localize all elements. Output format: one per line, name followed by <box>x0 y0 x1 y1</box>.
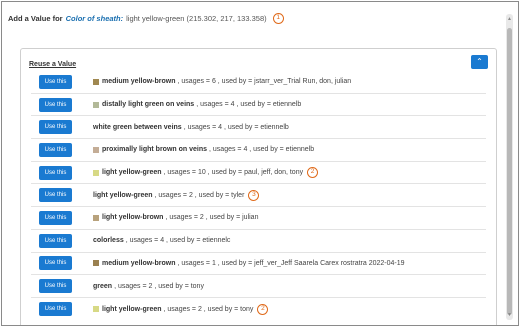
list-item: Use this proximally light brown on veins,… <box>31 139 486 162</box>
use-this-button[interactable]: Use this <box>39 97 72 112</box>
value-usage-info: , usages = 4 , used by = etiennelc <box>125 237 231 245</box>
value-name: green <box>93 282 113 290</box>
value-name: light yellow-brown <box>102 214 164 222</box>
dialog-header: Add a Value for Color of sheath: light y… <box>8 10 488 26</box>
list-item: Use this white green between veins, usage… <box>31 116 486 140</box>
color-swatch <box>93 306 99 313</box>
value-name: medium yellow-brown <box>102 78 176 86</box>
value-usage-info: , usages = 4 , used by = etiennelb <box>183 123 289 131</box>
annotation-marker: 1 <box>272 12 284 24</box>
value-name: colorless <box>93 237 124 245</box>
value-usage-info: , usages = 4 , used by = etiennelb <box>196 101 302 109</box>
vertical-scrollbar[interactable]: ▲ ▼ <box>506 14 513 320</box>
list-item: Use this light yellow-green, usages = 10 … <box>31 162 486 185</box>
scroll-down-arrow-icon[interactable]: ▼ <box>506 312 513 318</box>
value-usage-info: , usages = 2 , used by = tyler <box>154 191 245 199</box>
dialog-frame: Add a Value for Color of sheath: light y… <box>1 1 519 326</box>
list-item: Use this light yellow-green, usages = 2 ,… <box>31 298 486 321</box>
use-this-button[interactable]: Use this <box>39 279 72 294</box>
value-usage-info: , usages = 10 , used by = paul, jeff, do… <box>163 169 304 177</box>
value-usage-info: , usages = 2 , used by = tony <box>163 305 254 313</box>
panel-title[interactable]: Reuse a Value <box>29 61 76 68</box>
use-this-button[interactable]: Use this <box>39 165 72 180</box>
reuse-value-panel: Reuse a Value ⌃ Use this medium yellow-br… <box>20 48 497 325</box>
header-value: light yellow-green (215.302, 217, 133.35… <box>126 13 267 23</box>
collapse-button[interactable]: ⌃ <box>471 55 488 69</box>
use-this-button[interactable]: Use this <box>39 256 72 271</box>
use-this-button[interactable]: Use this <box>39 302 72 317</box>
use-this-button[interactable]: Use this <box>39 74 72 89</box>
value-usage-info: , usages = 1 , used by = jeff_ver_Jeff S… <box>177 259 405 267</box>
list-item: Use this green, usages = 2 , used by = to… <box>31 275 486 298</box>
color-swatch <box>93 169 99 176</box>
use-this-button[interactable]: Use this <box>39 233 72 248</box>
value-name: light yellow-green <box>102 169 162 177</box>
value-name: light yellow-green <box>93 191 153 199</box>
chevron-up-icon: ⌃ <box>476 57 483 66</box>
color-swatch <box>93 101 99 108</box>
list-item: Use this medium yellow-brown, usages = 1 … <box>31 253 486 276</box>
use-this-button[interactable]: Use this <box>39 120 72 135</box>
value-name: distally light green on veins <box>102 101 195 109</box>
value-name: proximally light brown on veins <box>102 146 208 154</box>
value-name: white green between veins <box>93 123 182 131</box>
list-item: Use this medium yellow-brown, usages = 6 … <box>31 71 486 94</box>
value-usage-info: , usages = 2 , used by = tony <box>114 282 204 290</box>
value-usage-info: , usages = 6 , used by = jstarr_ver_Tria… <box>177 78 352 86</box>
annotation-marker: 2 <box>257 303 269 315</box>
value-name: medium yellow-brown <box>102 259 176 267</box>
header-prefix: Add a Value for <box>8 13 63 23</box>
color-swatch <box>93 214 99 221</box>
color-swatch <box>93 78 99 85</box>
list-item: Use this light yellow-green, usages = 2 ,… <box>31 184 486 208</box>
list-item: Use this light yellow-brown, usages = 2 ,… <box>31 207 486 230</box>
list-item: Use this distally light green on veins, u… <box>31 94 486 117</box>
character-name: Color of sheath: <box>65 13 124 23</box>
scroll-up-arrow-icon[interactable]: ▲ <box>506 16 513 22</box>
annotation-marker: 3 <box>248 189 260 201</box>
annotation-marker: 2 <box>307 167 319 179</box>
value-list: Use this medium yellow-brown, usages = 6 … <box>31 71 486 321</box>
use-this-button[interactable]: Use this <box>39 210 72 225</box>
use-this-button[interactable]: Use this <box>39 188 72 203</box>
scroll-thumb[interactable] <box>507 28 512 315</box>
value-usage-info: , usages = 4 , used by = etiennelb <box>209 146 315 154</box>
list-item: Use this colorless, usages = 4 , used by … <box>31 230 486 253</box>
use-this-button[interactable]: Use this <box>39 142 72 157</box>
color-swatch <box>93 146 99 153</box>
value-name: light yellow-green <box>102 305 162 313</box>
color-swatch <box>93 260 99 267</box>
value-usage-info: , usages = 2 , used by = julian <box>165 214 259 222</box>
